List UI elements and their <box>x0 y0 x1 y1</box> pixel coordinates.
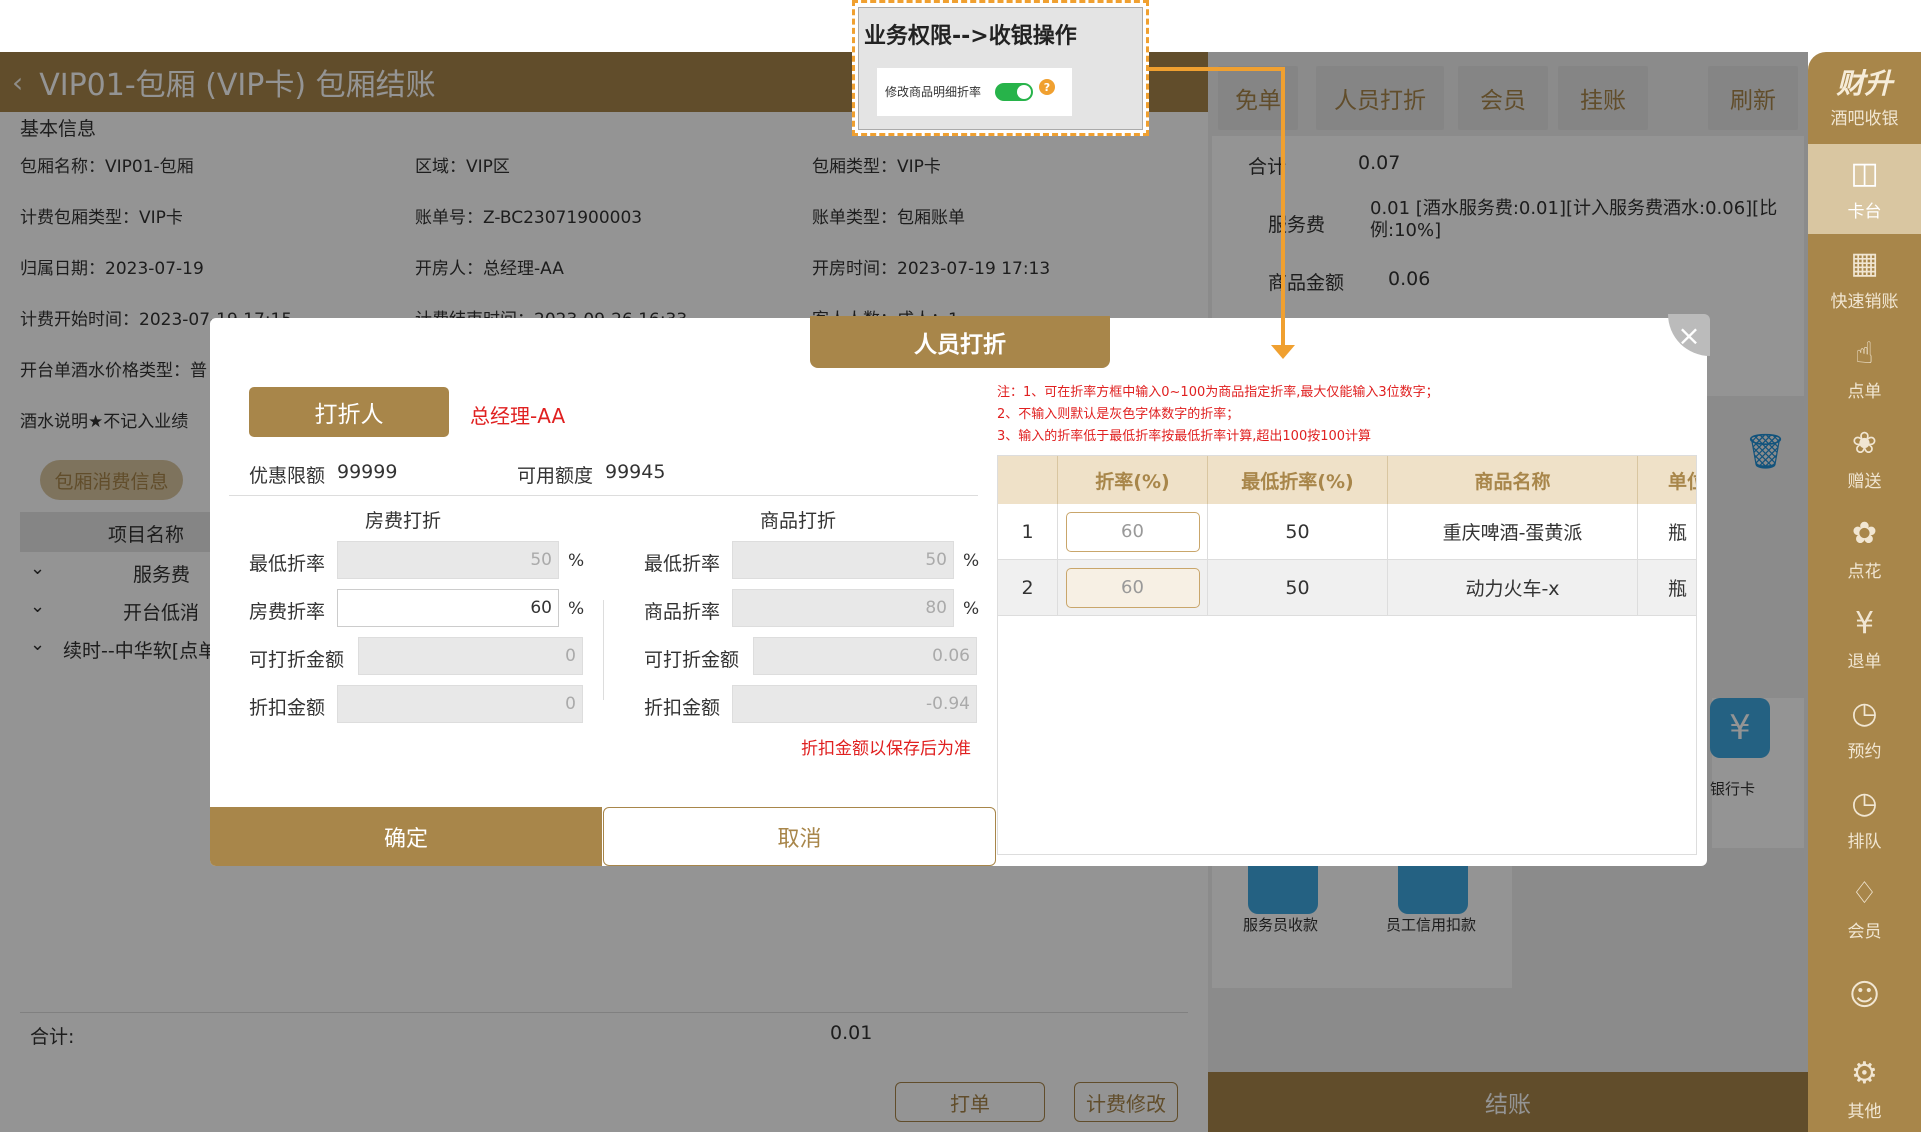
yen-icon: ¥ <box>1854 605 1875 641</box>
goods-discount-table: 折率(%) 最低折率(%) 商品名称 单位 1 60 50 重庆啤酒-蛋黄派 瓶… <box>997 455 1697 855</box>
goods-discountable-field: 0.06 <box>753 637 977 675</box>
callout-arrow-horizontal <box>1149 67 1285 71</box>
table-cell-unit: 瓶 <box>1638 560 1696 616</box>
flower-icon: ✿ <box>1851 515 1878 551</box>
sidebar-item-other[interactable]: ⚙ 其他 <box>1808 1044 1921 1132</box>
table-cell-unit: 瓶 <box>1638 504 1696 560</box>
table-header-min-rate: 最低折率(%) <box>1208 456 1388 504</box>
discounter-name: 总经理-AA <box>470 404 566 428</box>
limit-value: 99999 <box>337 461 398 483</box>
rate-input[interactable]: 60 <box>1065 567 1200 608</box>
goods-discount-label: 折扣金额 <box>644 697 721 719</box>
goods-discount-field: -0.94 <box>732 685 977 723</box>
discounter-button[interactable]: 打折人 <box>249 387 449 437</box>
save-note: 折扣金额以保存后为准 <box>801 739 971 759</box>
room-discount-title: 房费打折 <box>365 510 442 532</box>
permission-panel: 业务权限-->收银操作 修改商品明细折率 ? <box>858 7 1143 130</box>
callout-arrow-vertical <box>1281 67 1285 347</box>
room-discountable-label: 可打折金额 <box>249 649 345 671</box>
gear-icon: ⚙ <box>1851 1055 1878 1091</box>
goods-min-rate-field: 50 <box>732 541 954 579</box>
limit-label: 优惠限额 <box>249 465 326 487</box>
room-rate-label: 房费折率 <box>249 601 326 623</box>
queue-icon: ◷ <box>1851 785 1878 821</box>
percent-sign: % <box>568 599 585 619</box>
sidebar-item-refund[interactable]: ¥ 退单 <box>1808 594 1921 684</box>
clock-icon: ◷ <box>1851 695 1878 731</box>
help-icon[interactable]: ? <box>1039 79 1055 95</box>
percent-sign: % <box>963 599 980 619</box>
gift-icon: ❀ <box>1851 425 1878 461</box>
percent-sign: % <box>568 551 585 571</box>
goods-rate-field: 80 <box>732 589 954 627</box>
table-cell-name: 重庆啤酒-蛋黄派 <box>1388 504 1638 560</box>
arrow-head-icon <box>1271 345 1295 359</box>
sidebar-item-member[interactable]: ♢ 会员 <box>1808 864 1921 954</box>
brand-subtitle: 酒吧收银 <box>1830 109 1899 129</box>
sidebar-item-quick-sale[interactable]: ▦ 快速销账 <box>1808 234 1921 324</box>
table-cell-min-rate: 50 <box>1208 504 1388 560</box>
note-line: 2、不输入则默认是灰色字体数字的折率； <box>997 407 1240 422</box>
option-label: 修改商品明细折率 <box>885 85 982 99</box>
sidebar-item-people[interactable]: ☺ <box>1808 954 1921 1044</box>
table-cell-min-rate: 50 <box>1208 560 1388 616</box>
sidebar-item-queue[interactable]: ◷ 排队 <box>1808 774 1921 864</box>
table-header-rate: 折率(%) <box>1058 456 1208 504</box>
sidebar-item-flower[interactable]: ✿ 点花 <box>1808 504 1921 594</box>
room-discountable-field: 0 <box>358 637 583 675</box>
room-discount-label: 折扣金额 <box>249 697 326 719</box>
room-min-rate-field: 50 <box>337 541 559 579</box>
rate-input[interactable]: 60 <box>1065 511 1200 552</box>
diamond-icon: ♢ <box>1851 875 1878 911</box>
goods-rate-label: 商品折率 <box>644 601 721 623</box>
permission-title: 业务权限-->收银操作 <box>864 24 1077 49</box>
table-cell-no: 2 <box>998 560 1058 616</box>
door-icon: ◫ <box>1850 155 1879 191</box>
available-value: 99945 <box>605 461 666 483</box>
bottle-icon: ▦ <box>1850 245 1879 281</box>
table-cell-name: 动力火车-x <box>1388 560 1638 616</box>
room-discount-field: 0 <box>337 685 583 723</box>
dialog-title: 人员打折 <box>810 316 1110 368</box>
percent-sign: % <box>963 551 980 571</box>
available-label: 可用额度 <box>517 465 594 487</box>
sidebar-item-card-table[interactable]: ◫ 卡台 <box>1808 144 1921 234</box>
option-toggle[interactable] <box>995 83 1033 101</box>
sidebar-item-gift[interactable]: ❀ 赠送 <box>1808 414 1921 504</box>
goods-discountable-label: 可打折金额 <box>644 649 740 671</box>
table-header-name: 商品名称 <box>1388 456 1638 504</box>
note-line: 3、输入的折率低于最低折率按最低折率计算,超出100按100计算 <box>997 429 1372 444</box>
table-header-no <box>998 456 1058 504</box>
table-header-unit: 单位 <box>1638 456 1696 504</box>
sidebar-item-order[interactable]: ☝ 点单 <box>1808 324 1921 414</box>
table-cell-no: 1 <box>998 504 1058 560</box>
goods-discount-title: 商品打折 <box>760 510 837 532</box>
goods-min-rate-label: 最低折率 <box>644 553 721 575</box>
confirm-button[interactable]: 确定 <box>210 807 602 866</box>
permission-option: 修改商品明细折率 ? <box>877 68 1072 116</box>
brand-logo: 财升 <box>1836 67 1893 100</box>
sidebar: 财升 酒吧收银 ◫ 卡台 ▦ 快速销账 ☝ 点单 ❀ 赠送 ✿ 点花 ¥ 退单 ◷ 预约 ◷ 排… <box>1808 52 1921 1132</box>
room-min-rate-label: 最低折率 <box>249 553 326 575</box>
room-rate-input[interactable]: 60 <box>337 589 559 627</box>
table-row: 60 <box>1058 560 1208 616</box>
people-icon: ☺ <box>1848 978 1881 1013</box>
sidebar-item-reserve[interactable]: ◷ 预约 <box>1808 684 1921 774</box>
cancel-button[interactable]: 取消 <box>603 807 996 866</box>
note-line: 注：1、可在折率方框中输入0~100为商品指定折率,最大仅能输入3位数字； <box>997 385 1439 400</box>
hand-icon: ☝ <box>1855 335 1874 371</box>
table-row: 60 <box>1058 504 1208 560</box>
